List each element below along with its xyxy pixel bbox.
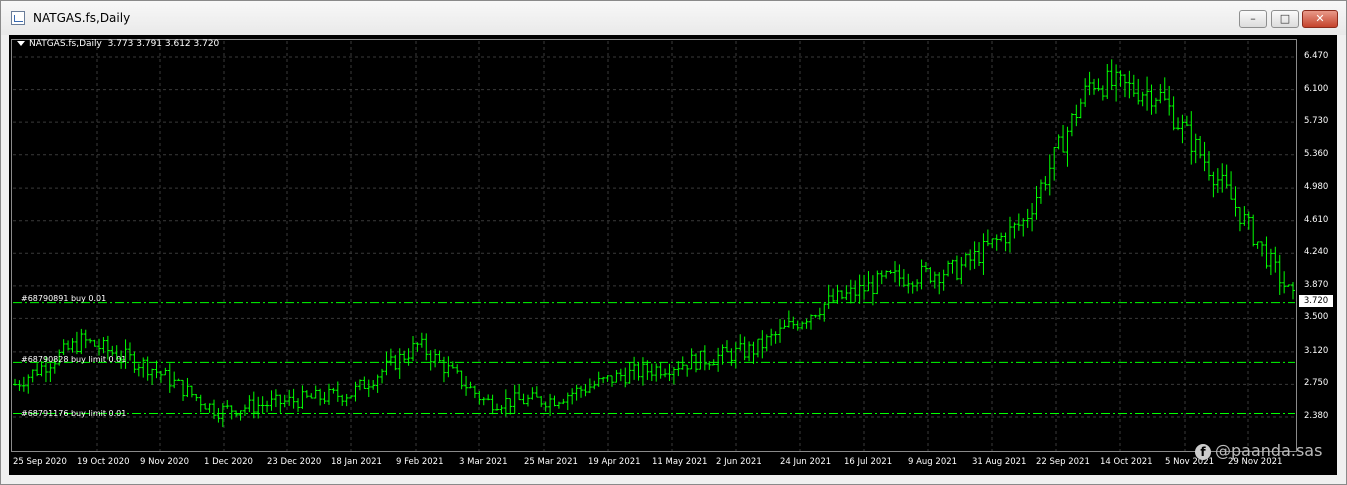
symbol-label: NATGAS.fs,Daily <box>29 39 102 49</box>
price-tick-label: 4.240 <box>1304 247 1329 258</box>
plot-frame <box>11 39 1297 452</box>
date-tick-label: 3 Mar 2021 <box>459 457 508 467</box>
order-label-1[interactable]: #68790891 buy 0.01 <box>21 294 106 303</box>
price-tick-label: 3.870 <box>1304 279 1329 290</box>
date-tick-label: 1 Dec 2020 <box>204 457 253 467</box>
date-tick-label: 19 Apr 2021 <box>588 457 641 467</box>
price-tick-label: 6.470 <box>1304 51 1329 61</box>
watermark: f @paanda.sas <box>1195 441 1322 460</box>
date-tick-label: 31 Aug 2021 <box>972 457 1027 467</box>
chart-window-icon <box>11 11 25 25</box>
price-tick-label: 4.980 <box>1304 182 1329 193</box>
price-tick-label: 6.100 <box>1304 83 1329 94</box>
date-tick-label: 24 Jun 2021 <box>780 457 832 467</box>
chevron-down-icon[interactable] <box>17 41 25 46</box>
chart-info-header: NATGAS.fs,Daily 3.773 3.791 3.612 3.720 <box>17 39 219 49</box>
title-bar[interactable]: NATGAS.fs,Daily – □ ✕ <box>1 1 1346 35</box>
current-price-label: 3.720 <box>1299 295 1333 307</box>
date-tick-label: 23 Dec 2020 <box>267 457 322 467</box>
date-tick-label: 14 Oct 2021 <box>1100 457 1153 467</box>
ohlc-values: 3.773 3.791 3.612 3.720 <box>107 39 220 49</box>
order-label-2[interactable]: #68790828 buy limit 0.01 <box>21 355 126 364</box>
price-tick-label: 4.610 <box>1304 214 1329 225</box>
window-title: NATGAS.fs,Daily <box>33 11 131 25</box>
price-tick-label: 5.360 <box>1304 148 1329 159</box>
date-tick-label: 16 Jul 2021 <box>844 457 893 467</box>
price-tick-label: 3.500 <box>1304 312 1329 323</box>
date-tick-label: 9 Aug 2021 <box>908 457 958 467</box>
price-chart[interactable]: NATGAS.fs,Daily 3.773 3.791 3.612 3.720 … <box>9 35 1337 475</box>
maximize-button[interactable]: □ <box>1271 10 1299 28</box>
minimize-button[interactable]: – <box>1239 10 1267 28</box>
date-tick-label: 11 May 2021 <box>652 457 708 467</box>
price-tick-label: 2.750 <box>1304 378 1329 389</box>
order-label-3[interactable]: #68791176 buy limit 0.01 <box>21 409 126 418</box>
date-tick-label: 18 Jan 2021 <box>331 457 382 467</box>
close-button[interactable]: ✕ <box>1302 10 1338 28</box>
price-tick-label: 2.380 <box>1304 411 1329 421</box>
date-tick-label: 2 Jun 2021 <box>716 457 762 467</box>
price-tick-label: 5.730 <box>1304 116 1329 127</box>
watermark-text: @paanda.sas <box>1215 441 1323 460</box>
facebook-icon: f <box>1195 443 1211 460</box>
chart-window: NATGAS.fs,Daily – □ ✕ NATGAS.fs,Daily 3.… <box>0 0 1347 485</box>
date-tick-label: 9 Nov 2020 <box>140 457 190 467</box>
date-tick-label: 25 Sep 2020 <box>13 457 67 467</box>
date-tick-label: 22 Sep 2021 <box>1036 457 1090 467</box>
date-tick-label: 9 Feb 2021 <box>396 457 444 467</box>
date-tick-label: 19 Oct 2020 <box>77 457 130 467</box>
date-tick-label: 25 Mar 2021 <box>524 457 578 467</box>
price-tick-label: 3.120 <box>1304 345 1329 356</box>
